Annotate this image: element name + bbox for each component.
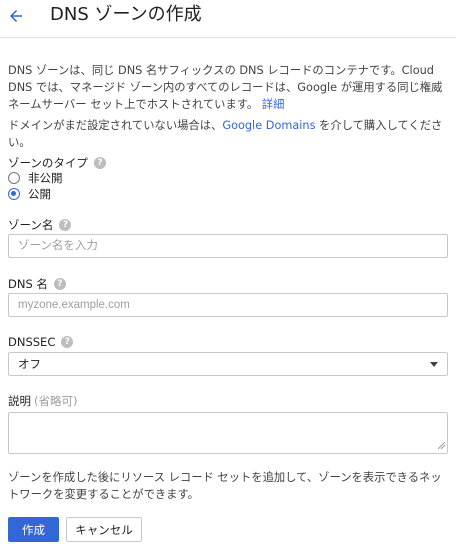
zone-type-label-text: ゾーンのタイプ [8, 156, 88, 170]
zone-name-label: ゾーン名 ? [8, 218, 72, 232]
dns-name-input[interactable] [8, 293, 448, 317]
page-title: DNS ゾーンの作成 [50, 4, 202, 25]
description-textarea[interactable] [8, 412, 448, 454]
dns-name-label-text: DNS 名 [8, 277, 48, 291]
page-header: DNS ゾーンの作成 [0, 0, 456, 38]
radio-public-label: 公開 [28, 187, 51, 201]
footer-note: ゾーンを作成した後にリソース レコード セットを追加して、ゾーンを表示できるネッ… [8, 471, 442, 501]
help-icon[interactable]: ? [93, 157, 106, 169]
help-icon[interactable]: ? [61, 336, 74, 348]
create-button[interactable]: 作成 [8, 517, 59, 542]
zone-type-label: ゾーンのタイプ ? [8, 156, 106, 170]
zone-name-label-text: ゾーン名 [8, 218, 54, 232]
help-icon[interactable]: ? [53, 278, 66, 290]
radio-public[interactable]: 公開 [8, 187, 51, 201]
dnssec-label: DNSSEC ? [8, 335, 74, 349]
resize-handle-icon[interactable] [436, 440, 446, 450]
dns-name-label: DNS 名 ? [8, 277, 66, 291]
cancel-button[interactable]: キャンセル [66, 517, 142, 542]
back-button[interactable] [4, 4, 28, 28]
domain-notice-before: ドメインがまだ設定されていない場合は、 [8, 119, 223, 132]
dnssec-select[interactable]: オフ [8, 352, 448, 376]
zone-name-input[interactable] [8, 234, 448, 258]
intro-text: DNS ゾーンは、同じ DNS 名サフィックスの DNS レコードのコンテナです… [8, 64, 443, 111]
dnssec-selected-value: オフ [18, 357, 41, 371]
description-label-text: 説明 [8, 394, 31, 408]
radio-private-label: 非公開 [28, 171, 63, 185]
google-domains-link[interactable]: Google Domains [222, 119, 315, 132]
optional-hint: (省略可) [34, 394, 78, 408]
radio-button-public[interactable] [8, 188, 20, 200]
radio-button-private[interactable] [8, 172, 20, 184]
dropdown-arrow-icon [430, 361, 438, 367]
help-icon[interactable]: ? [59, 219, 72, 231]
description-label: 説明 (省略可) [8, 394, 77, 408]
intro-description: DNS ゾーンは、同じ DNS 名サフィックスの DNS レコードのコンテナです… [8, 62, 448, 113]
dnssec-label-text: DNSSEC [8, 335, 56, 349]
learn-more-link[interactable]: 詳細 [262, 98, 285, 111]
radio-private[interactable]: 非公開 [8, 171, 63, 185]
domain-notice: ドメインがまだ設定されていない場合は、Google Domains を介して購入… [8, 117, 448, 151]
arrow-back-icon [10, 10, 22, 22]
